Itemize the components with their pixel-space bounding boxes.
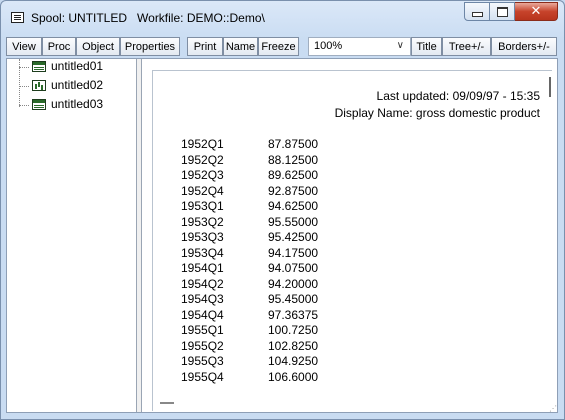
window-controls: ✕ — [464, 2, 558, 21]
title-button[interactable]: Title — [411, 37, 442, 56]
object-button[interactable]: Object — [76, 37, 120, 56]
period-cell: 1955Q3 — [181, 354, 224, 368]
print-button[interactable]: Print — [187, 37, 223, 56]
freeze-button[interactable]: Freeze — [258, 37, 299, 56]
period-cell: 1952Q4 — [181, 183, 224, 198]
period-cell: 1953Q2 — [181, 214, 224, 229]
tree-item-label: untitled03 — [51, 97, 104, 111]
value-cell: 102.8250 — [268, 338, 319, 353]
value-cell: 104.9250 — [268, 354, 319, 368]
period-cell: 1952Q2 — [181, 152, 224, 167]
period-cell: 1955Q2 — [181, 338, 224, 353]
minimize-icon — [471, 12, 483, 17]
spool-tree: untitled01 untitled02 untitled03 — [7, 59, 135, 412]
spool-window: Spool: UNTITLED Workfile: DEMO::Demo\ ✕ … — [0, 0, 565, 420]
tree-toggle-button[interactable]: Tree+/- — [442, 37, 491, 56]
last-updated-text: Last updated: 09/09/97 - 15:35 — [376, 89, 540, 103]
minimize-button[interactable] — [464, 2, 490, 21]
value-cell: 106.6000 — [268, 369, 319, 384]
borders-toggle-button[interactable]: Borders+/- — [491, 37, 557, 56]
value-cell: 94.07500 — [268, 261, 319, 275]
period-cell: 1954Q2 — [181, 276, 224, 291]
value-cell: 88.12500 — [268, 152, 319, 167]
period-cell: 1953Q4 — [181, 245, 224, 260]
title-bar[interactable]: Spool: UNTITLED Workfile: DEMO::Demo\ ✕ — [1, 1, 564, 34]
value-cell: 100.7250 — [268, 323, 319, 337]
zoom-value: 100% — [314, 40, 343, 52]
value-cell: 95.45000 — [268, 292, 319, 306]
vertical-scrollbar-thumb[interactable] — [549, 77, 551, 97]
view-button[interactable]: View — [6, 37, 42, 56]
close-button[interactable]: ✕ — [515, 2, 558, 21]
maximize-icon — [496, 6, 508, 17]
output-pane: Last updated: 09/09/97 - 15:35 Display N… — [141, 59, 557, 412]
properties-button[interactable]: Properties — [120, 37, 180, 56]
close-icon: ✕ — [530, 4, 542, 19]
toolbar: View Proc Object Properties Print Name F… — [6, 37, 562, 56]
window-title: Spool: UNTITLED Workfile: DEMO::Demo\ — [31, 11, 265, 25]
name-button[interactable]: Name — [223, 37, 258, 56]
period-cell: 1954Q1 — [181, 261, 224, 275]
value-cell: 95.55000 — [268, 214, 319, 229]
maximize-button[interactable] — [490, 2, 515, 21]
resize-grip-icon[interactable]: ⋰ — [549, 404, 557, 413]
value-cell: 95.42500 — [268, 230, 319, 244]
display-name-text: Display Name: gross domestic product — [334, 106, 540, 120]
tree-item-label: untitled02 — [51, 78, 104, 92]
period-cell: 1954Q3 — [181, 292, 224, 306]
graph-icon — [32, 80, 46, 91]
value-cell: 97.36375 — [268, 307, 319, 322]
period-cell: 1952Q3 — [181, 168, 224, 182]
value-cell: 94.17500 — [268, 245, 319, 260]
period-cell: 1953Q1 — [181, 199, 224, 213]
period-cell: 1954Q4 — [181, 307, 224, 322]
table-icon — [32, 99, 46, 110]
period-cell: 1955Q4 — [181, 369, 224, 384]
horizontal-scrollbar-thumb[interactable] — [160, 402, 174, 404]
output-page: Last updated: 09/09/97 - 15:35 Display N… — [152, 70, 552, 411]
value-cell: 89.62500 — [268, 168, 319, 182]
table-icon — [32, 61, 46, 72]
tree-item-label: untitled01 — [51, 59, 104, 73]
chevron-down-icon: ∨ — [396, 40, 404, 51]
spool-app-icon — [11, 12, 24, 23]
value-cell: 92.87500 — [268, 183, 319, 198]
value-cell: 94.20000 — [268, 276, 319, 291]
period-cell: 1953Q3 — [181, 230, 224, 244]
value-cell: 87.87500 — [268, 137, 319, 151]
proc-button[interactable]: Proc — [42, 37, 76, 56]
period-cell: 1952Q1 — [181, 137, 224, 151]
zoom-select[interactable]: 100% ∨ — [308, 37, 411, 56]
value-cell: 94.62500 — [268, 199, 319, 213]
spool-content: untitled01 untitled02 untitled03 Last up… — [6, 58, 558, 413]
period-cell: 1955Q1 — [181, 323, 224, 337]
